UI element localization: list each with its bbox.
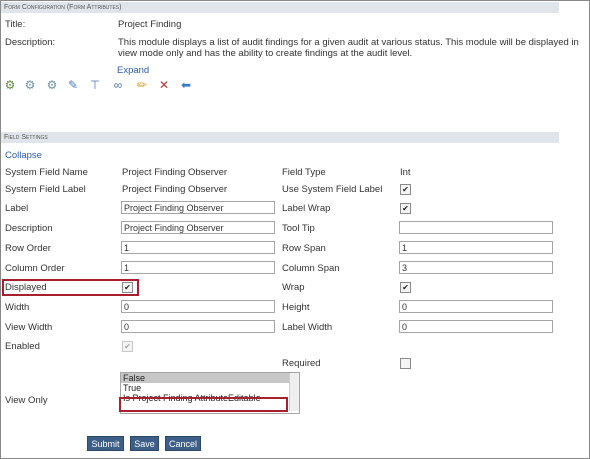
system-field-label-label: System Field Label [5, 184, 86, 195]
field-settings-header: Field Settings [1, 132, 559, 143]
link-icon[interactable]: ∞ [111, 78, 125, 92]
height-input[interactable]: 0 [399, 300, 553, 313]
tool-tip-label: Tool Tip [282, 223, 315, 234]
required-label: Required [282, 358, 321, 369]
collapse-link[interactable]: Collapse [5, 150, 42, 161]
column-span-input[interactable]: 3 [399, 261, 553, 274]
label-input[interactable]: Project Finding Observer [121, 201, 275, 214]
displayed-checkbox[interactable]: ✔ [122, 282, 133, 293]
column-span-label: Column Span [282, 263, 340, 274]
listbox-scrollbar[interactable] [289, 373, 299, 411]
gear-add-icon[interactable]: ⚙ [3, 78, 17, 92]
system-field-name-value: Project Finding Observer [122, 167, 228, 178]
view-only-option-true[interactable]: True [121, 383, 299, 393]
column-order-label: Column Order [5, 263, 65, 274]
gear-icon[interactable]: ⚙ [23, 78, 37, 92]
wrap-checkbox[interactable]: ✔ [400, 282, 411, 293]
system-field-name-label: System Field Name [5, 167, 88, 178]
label-width-input[interactable]: 0 [399, 320, 553, 333]
use-system-field-label-checkbox[interactable]: ✔ [400, 184, 411, 195]
label-label: Label [5, 203, 29, 214]
cancel-button[interactable]: Cancel [165, 436, 201, 451]
row-span-input[interactable]: 1 [399, 241, 553, 254]
enabled-checkbox: ✔ [122, 341, 133, 352]
description-line-2: view mode only and has the ability to cr… [118, 48, 413, 59]
field-type-label: Field Type [282, 167, 326, 178]
row-span-label: Row Span [282, 243, 326, 254]
system-field-label-value: Project Finding Observer [122, 184, 228, 195]
row-order-input[interactable]: 1 [121, 241, 275, 254]
required-checkbox[interactable] [400, 358, 411, 369]
tool-tip-input[interactable] [399, 221, 553, 234]
back-arrow-icon[interactable]: ⬅ [179, 78, 193, 92]
view-width-label: View Width [5, 322, 53, 333]
submit-button[interactable]: Submit [87, 436, 124, 451]
description-label: Description: [5, 37, 56, 48]
width-input[interactable]: 0 [121, 300, 275, 313]
label-width-label: Label Width [282, 322, 333, 333]
pencil-icon[interactable]: ✏ [135, 78, 149, 92]
description-field-label: Description [5, 223, 53, 234]
title-value: Project Finding [118, 19, 182, 30]
field-type-value: Int [400, 167, 411, 178]
enabled-label: Enabled [5, 341, 40, 352]
edit-check-icon[interactable]: ✎ [66, 78, 80, 92]
width-label: Width [5, 302, 30, 313]
height-label: Height [282, 302, 310, 313]
description-line-1: This module displays a list of audit fin… [118, 37, 579, 48]
view-width-input[interactable]: 0 [121, 320, 275, 333]
form-config-header: Form Configuration (Form Attributes) [1, 2, 559, 13]
use-system-field-label-label: Use System Field Label [282, 184, 383, 195]
editable-option-highlight [119, 397, 288, 412]
column-order-input[interactable]: 1 [121, 261, 275, 274]
view-only-option-false[interactable]: False [121, 373, 299, 383]
label-wrap-label: Label Wrap [282, 203, 331, 214]
tool-icon[interactable]: ⊤ [88, 78, 102, 92]
wrap-label: Wrap [282, 282, 305, 293]
description-input[interactable]: Project Finding Observer [121, 221, 275, 234]
displayed-label: Displayed [5, 282, 47, 293]
delete-x-icon[interactable]: ✕ [157, 78, 171, 92]
save-button[interactable]: Save [130, 436, 159, 451]
expand-link[interactable]: Expand [117, 65, 149, 76]
gear-alt-icon[interactable]: ⚙ [45, 78, 59, 92]
title-label: Title: [5, 19, 26, 30]
label-wrap-checkbox[interactable]: ✔ [400, 203, 411, 214]
row-order-label: Row Order [5, 243, 51, 254]
view-only-label: View Only [5, 395, 48, 406]
